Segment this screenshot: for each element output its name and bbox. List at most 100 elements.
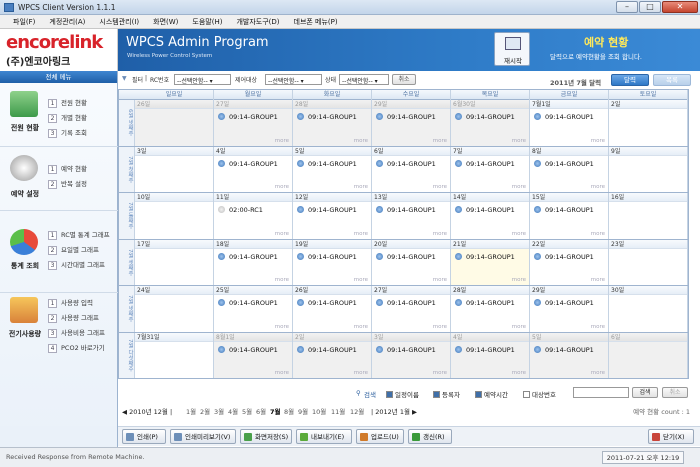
next-year-link[interactable]: | 2012년 1월 ▶ [371,406,417,416]
sidebar-item-individual-status[interactable]: 2 개별 현황 [48,112,87,127]
reservation-event[interactable]: 09:14-GROUP1 [455,113,515,121]
reservation-event[interactable]: 09:14-GROUP1 [218,299,278,307]
target-select[interactable]: --선택안함-- ▾ [265,74,322,85]
reservation-event[interactable]: 09:14-GROUP1 [376,159,436,168]
reservation-event[interactable]: 09:14-GROUP1 [297,206,357,214]
reservation-event[interactable]: 09:14-GROUP1 [534,159,594,168]
more-link[interactable]: more [354,138,368,144]
calendar-day-cell[interactable]: 19일 09:14-GROUP1 more [293,239,372,285]
checkbox-registrant[interactable] [433,391,440,398]
month-link[interactable]: 7월 [270,406,281,416]
reservation-event[interactable]: 09:14-GROUP1 [297,252,357,261]
menu-window[interactable]: 화면(W) [146,15,185,28]
calendar-day-cell[interactable]: 29일 09:14-GROUP1 more [530,286,609,332]
month-link[interactable]: 4월 [228,406,238,416]
calendar-day-cell[interactable]: 28일 09:14-GROUP1 more [293,100,372,146]
more-link[interactable]: more [354,277,368,283]
checkbox-name[interactable] [386,391,393,398]
more-link[interactable]: more [275,370,289,376]
calendar-day-cell[interactable]: 8일 09:14-GROUP1 more [530,146,609,192]
calendar-day-cell[interactable]: 30일 [609,286,688,332]
upload-button[interactable]: 업로드(U) [356,429,404,444]
calendar-day-cell[interactable]: 28일 09:14-GROUP1 more [451,286,530,332]
minimize-button[interactable]: – [616,1,638,13]
more-link[interactable]: more [354,370,368,376]
calendar-day-cell[interactable]: 25일 09:14-GROUP1 more [214,286,293,332]
month-link[interactable]: 6월 [256,406,266,416]
month-link[interactable]: 2월 [200,406,210,416]
calendar-day-cell[interactable]: 21일 09:14-GROUP1 more [451,239,530,285]
calendar-day-cell[interactable]: 2일 09:14-GROUP1 more [293,332,372,378]
calendar-day-cell[interactable]: 8월1일 09:14-GROUP1 more [214,332,293,378]
more-link[interactable]: more [591,324,605,330]
calendar-day-cell[interactable]: 18일 09:14-GROUP1 more [214,239,293,285]
sidebar-item-rc-graph[interactable]: 1 RC별 통계 그래프 [48,229,110,244]
more-link[interactable]: more [354,324,368,330]
print-preview-button[interactable]: 인쇄미리보기(V) [170,429,236,444]
calendar-day-cell[interactable]: 29일 09:14-GROUP1 more [372,100,451,146]
month-link[interactable]: 11월 [331,406,345,416]
calendar-day-cell[interactable]: 4일 09:14-GROUP1 more [214,146,293,192]
more-link[interactable]: more [512,370,526,376]
calendar-day-cell[interactable]: 22일 09:14-GROUP1 more [530,239,609,285]
menu-system[interactable]: 시스템관리(I) [92,15,146,28]
search-option-time[interactable]: 예약시간 [475,389,508,399]
reservation-event[interactable]: 09:14-GROUP1 [534,113,594,121]
more-link[interactable]: more [512,231,526,237]
reservation-event[interactable]: 02:00-RC1 [218,206,263,214]
calendar-day-cell[interactable]: 15일 09:14-GROUP1 more [530,193,609,239]
more-link[interactable]: more [591,370,605,376]
search-input[interactable] [573,387,629,398]
sidebar-item-repeat-setting[interactable]: 2 반복 설정 [48,178,87,193]
more-link[interactable]: more [512,138,526,144]
month-link[interactable]: 5월 [242,406,252,416]
calendar-day-cell[interactable]: 11일 02:00-RC1 more [214,193,293,239]
month-link[interactable]: 12월 [350,406,364,416]
calendar-day-cell[interactable]: 6일 [609,332,688,378]
calendar-day-cell[interactable]: 3일 09:14-GROUP1 more [372,332,451,378]
calendar-view-button[interactable]: 달력 [611,74,649,86]
reservation-event[interactable]: 09:14-GROUP1 [455,206,515,214]
menu-devtools[interactable]: 개발자도구(D) [229,15,286,28]
calendar-day-cell[interactable]: 2일 [609,100,688,146]
more-link[interactable]: more [433,324,447,330]
sidebar-item-power-status[interactable]: 1 전원 현황 [48,97,87,112]
sidebar-item-weekday-graph[interactable]: 2 요일별 그래프 [48,244,110,259]
search-option-name[interactable]: 일정이름 [386,389,419,399]
calendar-day-cell[interactable]: 27일 09:14-GROUP1 more [372,286,451,332]
more-link[interactable]: more [591,277,605,283]
month-link[interactable]: 3월 [214,406,224,416]
calendar-day-cell[interactable]: 24일 [135,286,214,332]
search-option-registrant[interactable]: 등록자 [433,389,460,399]
calendar-day-cell[interactable]: 9일 [609,146,688,192]
month-link[interactable]: 1월 [186,406,196,416]
reservation-event[interactable]: 09:14-GROUP1 [534,206,594,214]
sidebar-item-usage-input[interactable]: 1 사용량 입력 [48,297,105,312]
reservation-event[interactable]: 09:14-GROUP1 [534,345,594,354]
more-link[interactable]: more [433,370,447,376]
reservation-event[interactable]: 09:14-GROUP1 [297,345,357,354]
reservation-event[interactable]: 09:14-GROUP1 [218,113,278,121]
calendar-day-cell[interactable]: 6일 09:14-GROUP1 more [372,146,451,192]
restart-button[interactable]: 재시작 [494,32,530,66]
calendar-day-cell[interactable]: 13일 09:14-GROUP1 more [372,193,451,239]
calendar-day-cell[interactable]: 7월1일 09:14-GROUP1 more [530,100,609,146]
close-button[interactable]: 닫기(X) [648,429,694,444]
sidebar-item-reservation-status[interactable]: 1 예약 현황 [48,163,87,178]
calendar-day-cell[interactable]: 6월30일 09:14-GROUP1 more [451,100,530,146]
reservation-event[interactable]: 09:14-GROUP1 [534,299,594,307]
reservation-event[interactable]: 09:14-GROUP1 [534,252,594,261]
reservation-event[interactable]: 09:14-GROUP1 [455,345,515,354]
more-link[interactable]: more [275,184,289,190]
calendar-day-cell[interactable]: 5일 09:14-GROUP1 more [530,332,609,378]
more-link[interactable]: more [433,184,447,190]
more-link[interactable]: more [591,184,605,190]
reservation-event[interactable]: 09:14-GROUP1 [218,345,278,354]
reservation-event[interactable]: 09:14-GROUP1 [455,159,515,168]
more-link[interactable]: more [275,138,289,144]
more-link[interactable]: more [354,231,368,237]
reservation-event[interactable]: 09:14-GROUP1 [297,299,357,307]
calendar-day-cell[interactable]: 7일 09:14-GROUP1 more [451,146,530,192]
more-link[interactable]: more [512,324,526,330]
menu-devphone[interactable]: 데브폰 메뉴(P) [287,15,345,28]
